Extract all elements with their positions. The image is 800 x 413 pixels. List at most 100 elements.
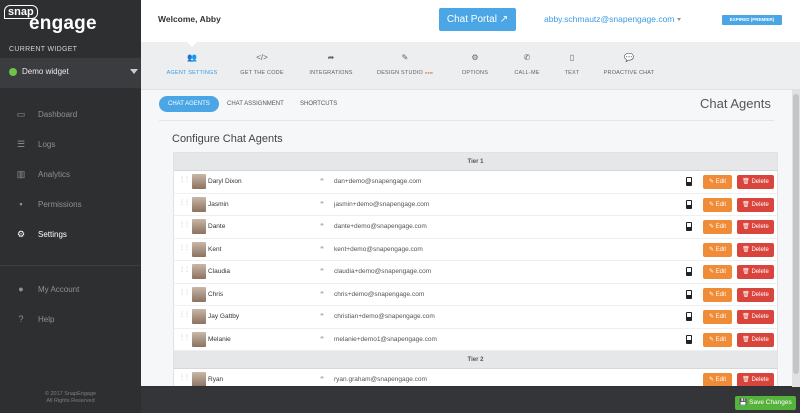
table-row: ⋮⋮ Chris ❝ chris+demo@snapengage.com ✎ E… [174, 284, 777, 306]
table-row: ⋮⋮ Jasmin ❝ jasmin+demo@snapengage.com ✎… [174, 194, 777, 216]
sidebar-item-my-account[interactable]: ● My Account [0, 279, 141, 301]
account-menu[interactable]: abby.schmautz@snapengage.com [544, 14, 682, 24]
sidebar-item-dashboard[interactable]: ▭ Dashboard [0, 104, 141, 126]
agent-name: Melanie [208, 335, 231, 343]
agent-name: Kent [208, 245, 222, 253]
edit-button[interactable]: ✎ Edit [703, 287, 732, 302]
chat-bubble-icon: ❝ [320, 245, 324, 253]
tab-call-me[interactable]: ✆ CALL-ME [510, 52, 544, 82]
agent-name: Daryl Dixon [208, 178, 242, 185]
drag-handle-icon[interactable]: ⋮⋮ [179, 290, 190, 299]
avatar [192, 309, 206, 324]
tab-label: GET THE CODE [240, 70, 284, 76]
phone-icon: ✆ [523, 53, 531, 62]
avatar [192, 331, 206, 347]
drag-handle-icon[interactable]: ⋮⋮ [179, 200, 190, 209]
tier-header: Tier 2 [174, 351, 777, 369]
tab-label: OPTIONS [461, 70, 489, 76]
delete-button[interactable]: 🗑 Delete [737, 197, 774, 212]
drag-handle-icon[interactable]: ⋮⋮ [179, 312, 190, 321]
delete-button[interactable]: 🗑 Delete [737, 287, 774, 302]
scrollbar-thumb[interactable] [793, 94, 799, 374]
new-badge: new [425, 70, 433, 75]
list-icon: ☰ [16, 139, 26, 149]
settings-tabs: 👥 AGENT SETTINGS </> GET THE CODE ➦ INTE… [141, 41, 800, 90]
drag-handle-icon[interactable]: ⋮⋮ [179, 177, 190, 186]
sidebar: snap engage CURRENT WIDGET Demo widget ▭… [0, 0, 141, 413]
edit-button[interactable]: ✎ Edit [703, 242, 732, 257]
edit-label: Edit [715, 314, 727, 320]
edit-button[interactable]: ✎ Edit [703, 175, 732, 189]
copyright: © 2017 SnapEngage All Rights Reserved [0, 391, 141, 405]
delete-label: Delete [751, 291, 769, 298]
tier-header: Tier 1 [174, 153, 777, 171]
subtab-chat-agents[interactable]: CHAT AGENTS [159, 96, 219, 112]
tab-proactive-chat[interactable]: 💬 PROACTIVE CHAT [599, 52, 659, 82]
sidebar-item-label: My Account [38, 285, 80, 294]
sidebar-item-label: Logs [38, 140, 56, 149]
edit-button[interactable]: ✎ Edit [703, 265, 732, 279]
delete-label: Delete [751, 224, 769, 230]
agent-email: jasmin+demo@snapengage.com [334, 200, 430, 208]
chat-portal-label: Chat Portal [446, 14, 497, 25]
drag-handle-icon[interactable]: ⋮⋮ [179, 245, 190, 254]
agent-email: melanie+demo1@snapengage.com [334, 335, 437, 343]
edit-button[interactable]: ✎ Edit [703, 373, 732, 386]
main-content: CHAT AGENTS CHAT ASSIGNMENT SHORTCUTS Ch… [141, 90, 792, 386]
sidebar-item-label: Help [38, 315, 55, 324]
delete-button[interactable]: 🗑 Delete [737, 220, 774, 234]
edit-label: Edit [715, 377, 727, 383]
delete-button[interactable]: 🗑 Delete [737, 332, 774, 347]
chat-portal-button[interactable]: Chat Portal ↗ [439, 8, 516, 31]
drag-handle-icon[interactable]: ⋮⋮ [179, 222, 190, 231]
tab-text[interactable]: ▯ TEXT [560, 52, 584, 82]
agent-name: Jasmin [208, 200, 229, 208]
subtab-chat-assignment[interactable]: CHAT ASSIGNMENT [227, 96, 284, 112]
avatar [192, 372, 206, 386]
caret-down-icon [677, 18, 682, 22]
agent-name: Claudia [208, 268, 231, 275]
delete-button[interactable]: 🗑 Delete [737, 310, 774, 324]
delete-button[interactable]: 🗑 Delete [737, 373, 774, 386]
table-row: ⋮⋮ Kent ❝ kent+demo@snapengage.com ✎ Edi… [174, 239, 777, 261]
external-link-icon: ↗ [499, 14, 509, 25]
avatar [192, 219, 206, 234]
subtab-shortcuts[interactable]: SHORTCUTS [300, 96, 337, 112]
mobile-phone-icon [686, 222, 692, 231]
scrollbar[interactable] [792, 90, 800, 387]
edit-button[interactable]: ✎ Edit [703, 197, 732, 212]
account-email: abby.schmautz@snapengage.com [544, 14, 675, 24]
delete-button[interactable]: 🗑 Delete [737, 265, 774, 279]
drag-handle-icon[interactable]: ⋮⋮ [179, 375, 190, 384]
tab-get-the-code[interactable]: </> GET THE CODE [238, 52, 286, 82]
sidebar-item-logs[interactable]: ☰ Logs [0, 134, 141, 156]
snapengage-logo[interactable]: snap engage [4, 5, 97, 35]
tab-integrations[interactable]: ➦ INTEGRATIONS [307, 52, 355, 82]
widget-selector[interactable]: Demo widget [0, 58, 141, 88]
drag-handle-icon[interactable]: ⋮⋮ [179, 335, 190, 344]
sidebar-item-permissions[interactable]: ▪ Permissions [0, 194, 141, 216]
tab-options[interactable]: ⚙ OPTIONS [457, 52, 493, 82]
edit-button[interactable]: ✎ Edit [703, 332, 732, 347]
table-row: ⋮⋮ Melanie ❝ melanie+demo1@snapengage.co… [174, 329, 777, 351]
magic-wand-icon: ✎ [401, 53, 409, 62]
tab-label: CALL-ME [514, 70, 540, 76]
tab-agent-settings[interactable]: 👥 AGENT SETTINGS [163, 52, 221, 82]
chat-bubble-icon: ❝ [320, 313, 324, 320]
agent-name: Ryan [208, 376, 224, 383]
save-changes-button[interactable]: 💾 Save Changes [735, 396, 796, 410]
edit-button[interactable]: ✎ Edit [703, 220, 732, 234]
edit-label: Edit [715, 291, 727, 298]
sidebar-item-analytics[interactable]: ▥ Analytics [0, 164, 141, 186]
delete-button[interactable]: 🗑 Delete [737, 242, 774, 257]
sidebar-item-settings[interactable]: ⚙ Settings [0, 224, 141, 246]
table-row: ⋮⋮ Daryl Dixon ❝ dan+demo@snapengage.com… [174, 171, 777, 194]
sidebar-item-help[interactable]: ? Help [0, 309, 141, 331]
avatar [192, 264, 206, 279]
edit-button[interactable]: ✎ Edit [703, 310, 732, 324]
users-icon: 👥 [187, 53, 197, 62]
edit-label: Edit [715, 246, 727, 253]
drag-handle-icon[interactable]: ⋮⋮ [179, 267, 190, 276]
tab-design-studio[interactable]: ✎ DESIGN STUDIO new [373, 52, 437, 82]
delete-button[interactable]: 🗑 Delete [737, 175, 774, 189]
